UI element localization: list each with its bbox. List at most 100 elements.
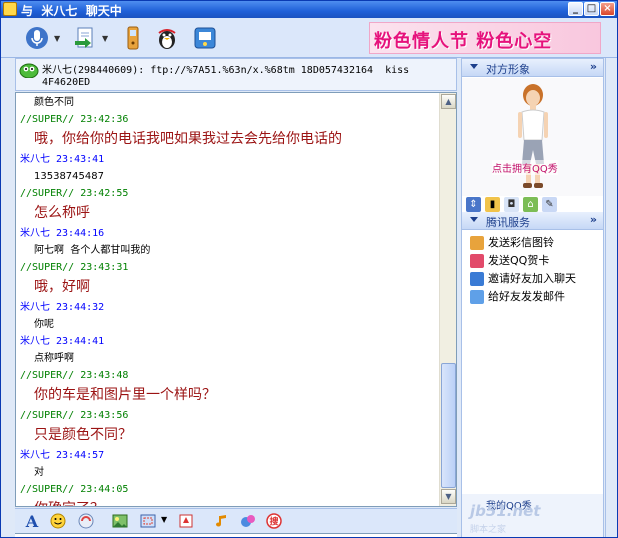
service-label: 发送彩信图铃 (488, 236, 554, 249)
message-text-self: 哦，你给你的电话我吧如果我过去会先给你电话的 (34, 131, 342, 147)
message-header-peer: 米八七 23:44:32 (20, 302, 105, 313)
message-text: 13538745487 (34, 171, 104, 182)
chart-icon[interactable]: ▮ (485, 197, 500, 212)
chevron-down-icon[interactable]: ▼ (54, 34, 60, 43)
camera-icon[interactable]: ◘ (504, 197, 519, 212)
toolbar: ▼ ▼ 粉色情人节 粉色心空 (1, 18, 617, 58)
image-icon[interactable] (111, 512, 129, 530)
message-header-peer: 米八七 23:44:16 (20, 228, 105, 239)
service-item-mms[interactable]: 发送彩信图铃 (470, 234, 600, 252)
message-text: 你呢 (34, 319, 54, 330)
promo-banner[interactable]: 粉色情人节 粉色心空 (369, 22, 601, 54)
app-icon (3, 2, 17, 16)
scroll-down-button[interactable]: ▼ (441, 489, 456, 504)
service-list: 发送彩信图铃 发送QQ贺卡 邀请好友加入聊天 给好友发发邮件 (470, 234, 600, 306)
avatar[interactable] (19, 62, 39, 79)
collapse-arrow-icon (470, 217, 478, 222)
contact-signature-cont: 4F4620ED (42, 77, 91, 88)
message-text-self: 只是颜色不同？ (34, 427, 132, 443)
contact-signature: 米八七(298440609): ftp://%7A51.%63n/x.%68tm… (42, 65, 410, 76)
message-header-peer: 米八七 23:44:41 (20, 336, 105, 347)
minimize-button[interactable]: _ (568, 2, 583, 16)
chat-scrollbar[interactable]: ▲ ▼ (439, 93, 456, 506)
message-text-self: 你确定了？ (20, 498, 438, 506)
mail-icon (470, 290, 484, 304)
window-controls: _ □ × (568, 2, 615, 16)
qq-show-area[interactable]: 点击拥有QQ秀 (462, 78, 603, 196)
message-header-peer: 米八七 23:43:41 (20, 154, 105, 165)
show-action-icons: ⇕ ▮ ◘ ⌂ ✎ (466, 197, 600, 213)
message-header-self: //SUPER// 23:43:56 (20, 410, 129, 421)
show-section-title: 对方形象 (486, 63, 530, 76)
service-label: 给好友发发邮件 (488, 290, 565, 303)
scroll-up-button[interactable]: ▲ (441, 94, 456, 109)
message-text: 对 (34, 467, 44, 478)
swap-icon[interactable]: ⇕ (466, 197, 481, 212)
card-icon (470, 254, 484, 268)
contact-info-bar: 米八七(298440609): ftp://%7A51.%63n/x.%68tm… (15, 58, 457, 91)
service-item-mail[interactable]: 给好友发发邮件 (470, 288, 600, 306)
message-text-self: 怎么称呼 (34, 205, 90, 221)
mobile-phone-icon (119, 24, 147, 52)
message-header-self: //SUPER// 23:44:05 (20, 484, 129, 495)
scroll-icon[interactable] (77, 512, 95, 530)
window-title: 与 米八七 聊天中 (21, 4, 122, 18)
tools-icon[interactable]: ✎ (542, 197, 557, 212)
remote-icon (191, 24, 219, 52)
close-button[interactable]: × (600, 2, 615, 16)
chat-window: 与 米八七 聊天中 _ □ × ▼ ▼ 粉色情人节 粉色心空 米八七(29844… (0, 0, 618, 538)
message-text-self: 哦，好啊 (34, 279, 90, 295)
side-panel: 对方形象 » 点击拥有QQ秀 ⇕ ▮ ◘ ⌂ ✎ 腾讯服务 » 发送彩信图铃 发… (461, 58, 604, 537)
props-icon[interactable] (177, 512, 195, 530)
magic-icon[interactable] (239, 512, 257, 530)
service-item-invite[interactable]: 邀请好友加入聊天 (470, 270, 600, 288)
home-icon[interactable]: ⌂ (523, 197, 538, 212)
banner-text: 粉色情人节 粉色心空 (374, 31, 553, 52)
message-text-self: 你的车是和图片里一个样吗？ (34, 387, 216, 403)
smiley-icon[interactable] (49, 512, 67, 530)
service-item-card[interactable]: 发送QQ贺卡 (470, 252, 600, 270)
mobile-button[interactable] (119, 24, 147, 52)
side-panel-scrollbar[interactable] (605, 58, 617, 537)
service-label: 发送QQ贺卡 (488, 254, 550, 267)
watermark-logo: jb51.net (470, 502, 541, 520)
my-show-footer[interactable]: 我的QQ秀 jb51.net 脚本之家 (462, 494, 603, 537)
scroll-thumb[interactable] (441, 363, 456, 488)
music-icon[interactable] (213, 512, 231, 530)
show-section-header[interactable]: 对方形象 » (462, 59, 603, 77)
expand-more-icon[interactable]: » (590, 213, 597, 226)
expand-more-icon[interactable]: » (590, 60, 597, 73)
screen-capture-icon[interactable] (139, 512, 157, 530)
message-header-self: //SUPER// 23:43:31 (20, 262, 129, 273)
font-icon[interactable]: A (23, 512, 41, 531)
message-header-self: //SUPER// 23:42:55 (20, 188, 129, 199)
remote-assist-button[interactable] (191, 24, 219, 52)
chevron-down-icon[interactable]: ▼ (102, 34, 108, 43)
message-header-self: //SUPER// 23:42:36 (20, 114, 129, 125)
svg-text:搜: 搜 (269, 516, 279, 528)
title-bar[interactable]: 与 米八七 聊天中 _ □ × (1, 1, 617, 18)
message-header-self: //SUPER// 23:43:48 (20, 370, 129, 381)
message-text: 阿七啊 各个人都甘叫我的 (34, 245, 151, 256)
mobile-icon (470, 236, 484, 250)
penguin-icon (153, 24, 181, 52)
message-text: 颜色不同 (34, 97, 74, 108)
chevron-down-icon[interactable]: ▼ (161, 515, 167, 524)
file-transfer-button[interactable]: ▼ (71, 24, 108, 52)
chat-history[interactable]: 颜色不同 //SUPER// 23:42:36 哦，你给你的电话我吧如果我过去会先给… (15, 92, 457, 507)
service-label: 邀请好友加入聊天 (488, 272, 576, 285)
invite-icon (470, 272, 484, 286)
message-input[interactable] (15, 533, 457, 537)
service-section-header[interactable]: 腾讯服务 » (462, 212, 603, 230)
get-qq-show-link[interactable]: 点击拥有QQ秀 (492, 160, 558, 175)
message-text: 点称呼啊 (34, 353, 74, 364)
qq-game-button[interactable] (153, 24, 181, 52)
voice-button[interactable]: ▼ (23, 24, 60, 52)
maximize-button[interactable]: □ (584, 2, 599, 16)
file-transfer-icon (71, 24, 99, 52)
service-section-title: 腾讯服务 (486, 216, 530, 229)
microphone-icon (23, 24, 51, 52)
search-icon[interactable]: 搜 (265, 512, 283, 530)
watermark-subtitle: 脚本之家 (470, 525, 507, 535)
message-list: 颜色不同 //SUPER// 23:42:36 哦，你给你的电话我吧如果我过去会先给… (20, 94, 438, 506)
